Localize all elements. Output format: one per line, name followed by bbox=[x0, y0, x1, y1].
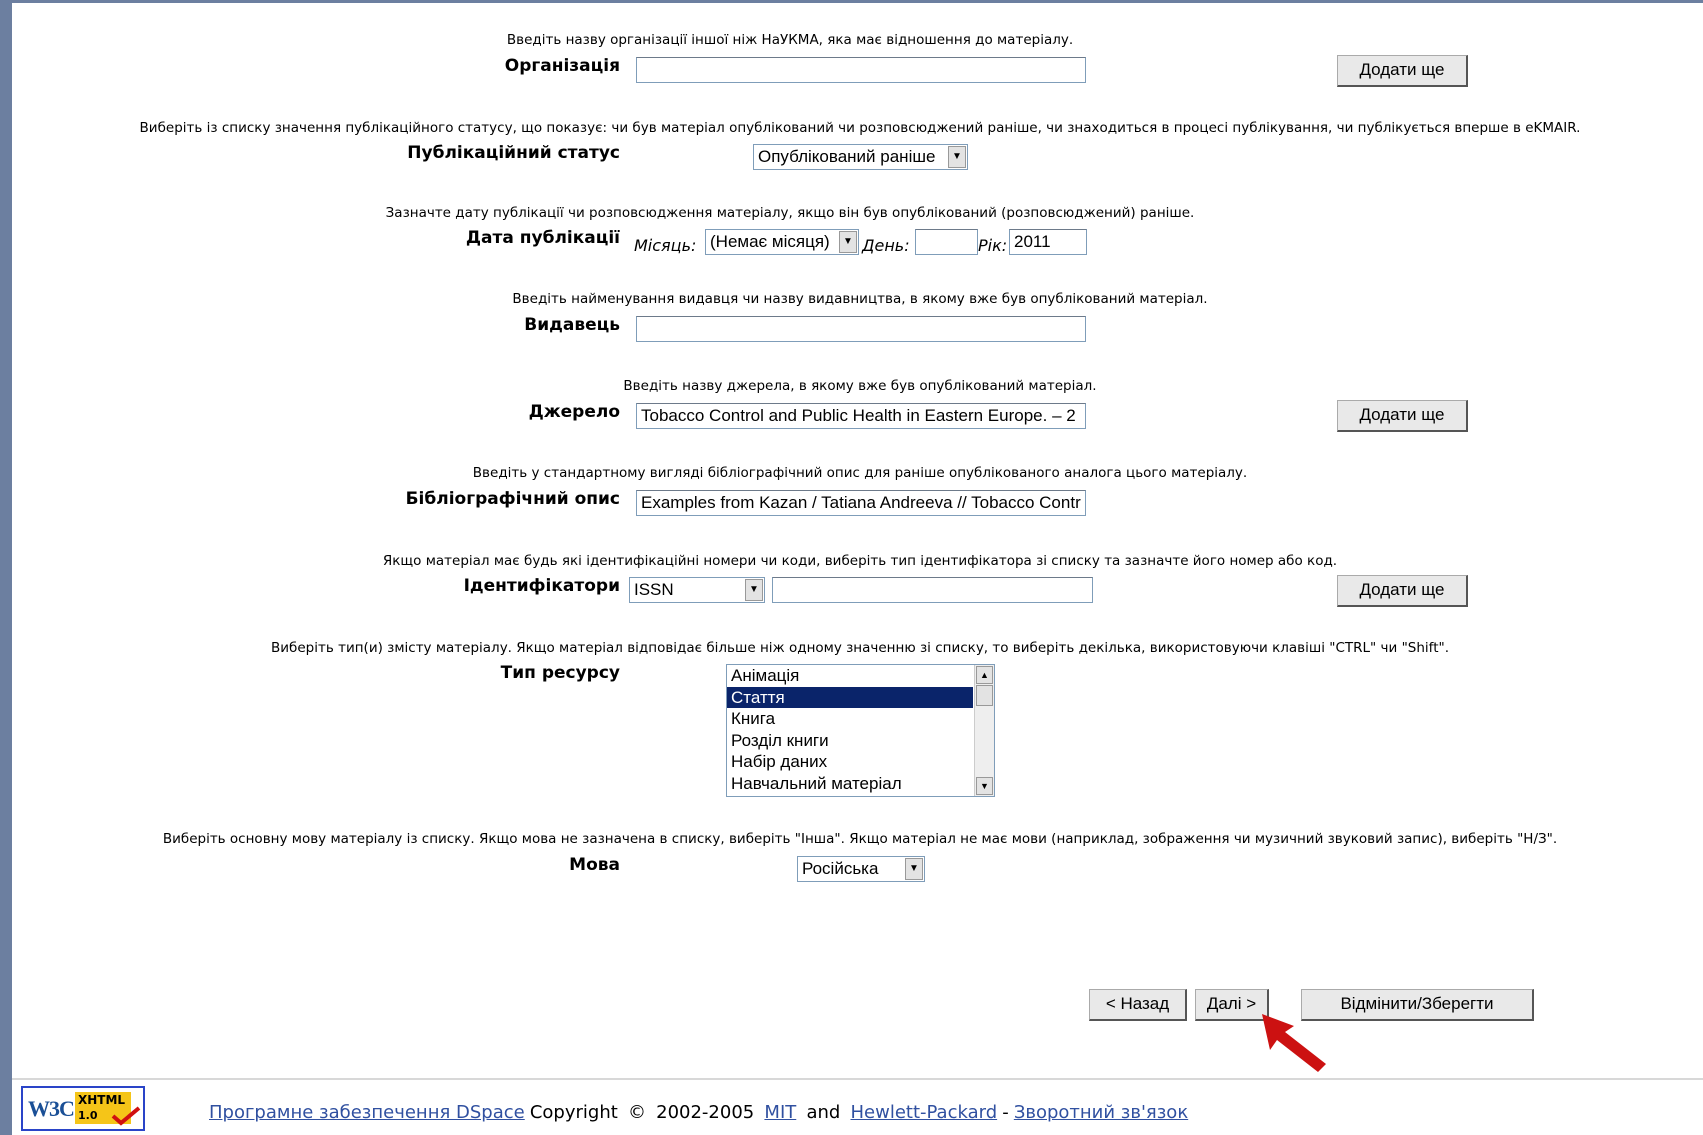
resource-type-listbox[interactable]: Анімація Стаття Книга Розділ книги Набір дан… bbox=[726, 664, 995, 797]
resource-type-option[interactable]: Книга bbox=[727, 708, 973, 730]
resource-type-option[interactable]: Навчальний матеріал bbox=[727, 773, 973, 795]
checkmark-icon bbox=[111, 1106, 141, 1126]
citation-hint: Введіть у стандартному вигляді бібліогра… bbox=[472, 465, 1248, 481]
organization-hint: Введіть назву організації іншої ніж НаУК… bbox=[506, 32, 1074, 48]
feedback-link[interactable]: Зворотний зв'язок bbox=[1014, 1102, 1188, 1123]
xhtml-badge-label: XHTML bbox=[78, 1093, 126, 1107]
cancel-save-button[interactable]: Відмінити/Зберегти bbox=[1301, 989, 1534, 1021]
w3c-logo-text: W3C bbox=[28, 1096, 75, 1121]
resource-type-option[interactable]: Анімація bbox=[727, 665, 973, 687]
source-add-button[interactable]: Додати ще bbox=[1337, 400, 1468, 432]
pub-date-label: Дата публікації bbox=[465, 228, 620, 248]
language-label: Мова bbox=[569, 855, 620, 875]
citation-label: Бібліографічний опис bbox=[405, 489, 620, 509]
day-input[interactable] bbox=[915, 229, 978, 255]
month-select[interactable]: (Немає місяця) ▼ bbox=[705, 229, 859, 255]
identifiers-label: Ідентифікатори bbox=[463, 576, 620, 596]
publisher-label: Видавець bbox=[524, 315, 620, 335]
scroll-up-icon[interactable]: ▲ bbox=[976, 666, 993, 684]
scroll-down-icon[interactable]: ▼ bbox=[976, 777, 993, 795]
resource-type-label: Тип ресурсу bbox=[500, 663, 620, 683]
organization-add-button[interactable]: Додати ще bbox=[1337, 55, 1468, 87]
resource-type-option[interactable]: Стаття bbox=[727, 686, 973, 708]
pub-date-hint: Зазначте дату публікації чи розповсюджен… bbox=[385, 205, 1195, 221]
month-selected: (Немає місяця) bbox=[710, 232, 830, 251]
w3c-xhtml-badge[interactable]: W3C XHTML 1.0 bbox=[21, 1086, 145, 1131]
footer-text: Програмне забезпечення DSpace Copyright … bbox=[209, 1102, 1188, 1123]
listbox-scrollbar[interactable]: ▲ ▼ bbox=[974, 665, 994, 796]
chevron-down-icon[interactable]: ▼ bbox=[839, 231, 857, 253]
and-text: and bbox=[806, 1102, 841, 1123]
identifier-type-select[interactable]: ISSN ▼ bbox=[629, 577, 765, 603]
year-input[interactable]: 2011 bbox=[1009, 229, 1087, 255]
publisher-hint: Введіть найменування видавця чи назву ви… bbox=[512, 291, 1208, 307]
identifiers-hint: Якщо матеріал має будь які ідентифікацій… bbox=[382, 553, 1338, 569]
scroll-thumb[interactable] bbox=[976, 685, 993, 706]
dash-text: - bbox=[1002, 1102, 1009, 1123]
copyright-symbol: © bbox=[627, 1102, 646, 1123]
organization-input[interactable] bbox=[636, 57, 1086, 83]
hp-link[interactable]: Hewlett-Packard bbox=[850, 1102, 997, 1123]
pub-status-hint: Виберіть із списку значення публікаційно… bbox=[139, 120, 1581, 136]
language-select[interactable]: Російська ▼ bbox=[797, 856, 925, 882]
language-selected: Російська bbox=[802, 859, 879, 878]
chevron-down-icon[interactable]: ▼ bbox=[948, 146, 966, 168]
identifier-type-selected: ISSN bbox=[634, 580, 674, 599]
chevron-down-icon[interactable]: ▼ bbox=[745, 579, 763, 601]
source-hint: Введіть назву джерела, в якому вже був о… bbox=[623, 378, 1097, 394]
back-button[interactable]: < Назад bbox=[1089, 989, 1187, 1021]
pointer-arrow-icon bbox=[1262, 1014, 1326, 1072]
copyright-text: Copyright bbox=[529, 1102, 618, 1123]
organization-label: Організація bbox=[504, 56, 620, 76]
citation-input[interactable]: Examples from Kazan / Tatiana Andreeva /… bbox=[636, 490, 1086, 516]
resource-type-option[interactable]: Розділ книги bbox=[727, 730, 973, 752]
chevron-down-icon[interactable]: ▼ bbox=[905, 858, 923, 880]
resource-type-hint: Виберіть тип(и) змісту матеріалу. Якщо м… bbox=[271, 640, 1449, 656]
identifiers-add-button[interactable]: Додати ще bbox=[1337, 575, 1468, 607]
source-label: Джерело bbox=[528, 402, 620, 422]
footer-divider bbox=[12, 1078, 1703, 1080]
source-input[interactable]: Tobacco Control and Public Health in Eas… bbox=[636, 403, 1086, 429]
dspace-software-link[interactable]: Програмне забезпечення DSpace bbox=[209, 1102, 525, 1123]
mit-link[interactable]: MIT bbox=[764, 1102, 796, 1123]
publisher-input[interactable] bbox=[636, 316, 1086, 342]
identifier-value-input[interactable] bbox=[772, 577, 1093, 603]
copyright-years: 2002-2005 bbox=[656, 1102, 755, 1123]
year-label: Рік: bbox=[978, 236, 1008, 255]
day-label: День: bbox=[862, 236, 910, 255]
language-hint: Виберіть основну мову матеріалу із списк… bbox=[162, 831, 1558, 847]
pub-status-select[interactable]: Опублікований раніше ▼ bbox=[753, 144, 968, 170]
month-label: Місяць: bbox=[634, 236, 697, 255]
xhtml-badge-version: 1.0 bbox=[78, 1109, 98, 1122]
resource-type-option[interactable]: Набір даних bbox=[727, 751, 973, 773]
pub-status-selected: Опублікований раніше bbox=[758, 147, 936, 166]
pub-status-label: Публікаційний статус bbox=[407, 143, 620, 163]
